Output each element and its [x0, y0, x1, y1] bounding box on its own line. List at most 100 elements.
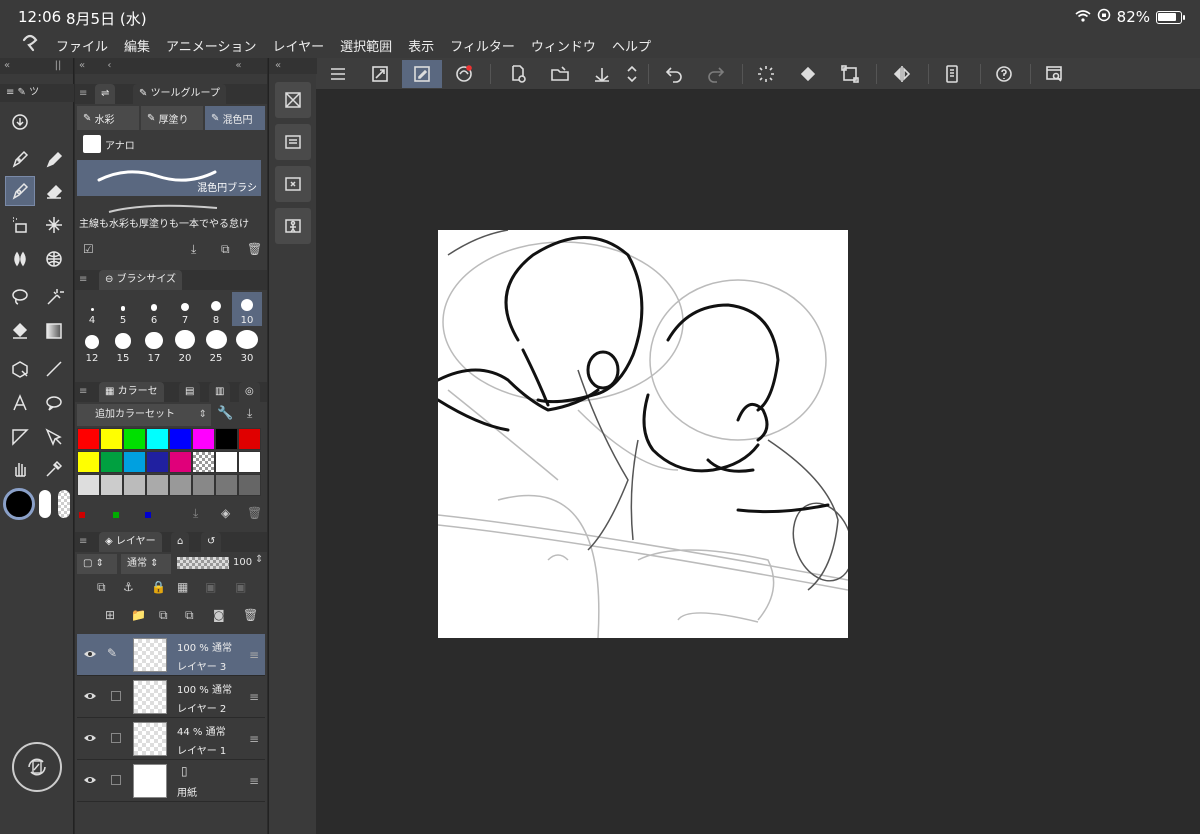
lasso-tool-icon[interactable] [5, 282, 35, 312]
brush-size-option[interactable]: 25 [201, 330, 231, 364]
pen-tool-icon[interactable] [5, 144, 35, 174]
layer-row[interactable]: ✎ 100 % 通常 レイヤー 3 ≡ [77, 634, 265, 676]
eye-icon[interactable] [83, 688, 97, 702]
sub-color-swatch[interactable] [39, 490, 51, 518]
mask-enable-icon[interactable]: ▣ [205, 580, 216, 594]
subtool-sub-item[interactable]: アナロ [77, 132, 139, 156]
quick-access-icon[interactable] [12, 742, 62, 792]
transform-icon[interactable] [830, 60, 870, 88]
color-trash-icon[interactable]: 🗑 [247, 506, 262, 520]
subtool-tab-thick-paint[interactable]: ✎ 厚塗り [141, 106, 203, 130]
color-swatch[interactable] [100, 451, 123, 473]
search-window-icon[interactable] [1034, 60, 1074, 88]
color-swatch[interactable] [169, 428, 192, 450]
brush-size-option[interactable]: 6 [139, 292, 169, 326]
new-folder-icon[interactable]: 📁 [131, 608, 146, 622]
new-raster-layer-icon[interactable]: ⊞ [105, 608, 115, 622]
menu-view[interactable]: 表示 [408, 36, 434, 55]
merge-down-icon[interactable]: ⧉ [159, 608, 168, 623]
duplicate-icon[interactable]: ⧉ [221, 242, 230, 257]
blend-tool-icon[interactable] [5, 244, 35, 274]
transparent-color-swatch[interactable] [58, 490, 70, 518]
layer-type-select[interactable]: ▢ ⇕ [77, 554, 117, 574]
opacity-value[interactable]: 100 [233, 557, 252, 568]
open-folder-icon[interactable] [540, 60, 580, 88]
download-icon[interactable]: ⤓ [191, 242, 196, 257]
color-swatch[interactable] [238, 451, 261, 473]
blend-mode-select[interactable]: 通常 ⇕ [121, 554, 171, 574]
save-options-chevron-icon[interactable] [620, 60, 644, 88]
fill-tool-icon[interactable] [5, 316, 35, 346]
eye-icon[interactable] [83, 772, 97, 786]
help-icon[interactable] [984, 60, 1024, 88]
undo-icon[interactable] [654, 60, 694, 88]
layer-property-tab[interactable]: ⌂ [171, 532, 190, 552]
fit-canvas-icon[interactable] [360, 60, 400, 88]
eye-icon[interactable] [83, 646, 97, 660]
text-tool-icon[interactable] [5, 388, 35, 418]
brush-size-option[interactable]: 30 [232, 330, 262, 364]
trash-icon[interactable]: 🗑 [247, 242, 262, 256]
subview-dock-icon[interactable] [275, 124, 311, 160]
lock-icon[interactable]: 🔒 [151, 580, 166, 594]
alpha-lock-icon[interactable]: ▦ [177, 580, 188, 594]
panel-collapse[interactable]: « ‹ « [75, 58, 267, 74]
brush-size-option[interactable]: 20 [170, 330, 200, 364]
app-logo-icon[interactable] [16, 34, 44, 57]
menu-selection[interactable]: 選択範囲 [340, 36, 392, 55]
down-arrow-icon[interactable] [5, 107, 35, 137]
delete-layer-icon[interactable]: 🗑 [243, 608, 258, 622]
menu-help[interactable]: ヘルプ [612, 36, 651, 55]
color-fill-icon[interactable]: ◈ [221, 506, 230, 520]
brush-size-option[interactable]: 15 [108, 330, 138, 364]
correction-tool-icon[interactable] [39, 422, 69, 452]
line-tool-icon[interactable] [39, 354, 69, 384]
color-swatch[interactable] [146, 451, 169, 473]
color-swatch[interactable] [238, 474, 261, 496]
layer-menu-icon[interactable]: ≡ [249, 648, 259, 662]
color-swatch[interactable] [77, 451, 100, 473]
redo-icon[interactable] [696, 60, 736, 88]
color-swatch[interactable] [100, 474, 123, 496]
menu-filter[interactable]: フィルター [450, 36, 515, 55]
color-swatch[interactable] [146, 474, 169, 496]
tool-panel-tab[interactable]: ≡ ✎ ツ [0, 84, 74, 102]
subtool-settings-tab[interactable]: ⇌ [95, 84, 116, 104]
hand-tool-icon[interactable] [5, 454, 35, 484]
color-swatch[interactable] [100, 428, 123, 450]
opacity-slider[interactable] [177, 557, 229, 569]
canvas-area[interactable] [316, 90, 1200, 834]
add-color-icon[interactable]: ⤓ [193, 506, 198, 521]
color-swatch[interactable] [123, 474, 146, 496]
tool-column-collapse[interactable]: « || [0, 58, 73, 74]
layer-mask-icon[interactable]: ◙ [213, 608, 225, 622]
loading-spinner-icon[interactable] [746, 60, 786, 88]
layer-menu-icon[interactable]: ≡ [249, 774, 259, 788]
transfer-icon[interactable]: ⧉ [185, 608, 194, 623]
device-icon[interactable] [932, 60, 972, 88]
layer-tab[interactable]: ◈ レイヤー [99, 532, 162, 552]
subtool-tab-mix[interactable]: ✎ 混色円 [205, 106, 265, 130]
layer-menu-icon[interactable]: ≡ [249, 732, 259, 746]
color-swatch[interactable] [169, 451, 192, 473]
brush-size-option[interactable]: 7 [170, 292, 200, 326]
color-swatch[interactable] [215, 428, 238, 450]
balloon-tool-icon[interactable] [39, 388, 69, 418]
color-swatch[interactable] [238, 428, 261, 450]
flip-horizontal-icon[interactable] [882, 60, 922, 88]
brush-size-option[interactable]: 12 [77, 330, 107, 364]
eye-icon[interactable] [83, 730, 97, 744]
color-swatch[interactable] [123, 451, 146, 473]
color-swatch[interactable] [215, 451, 238, 473]
menu-layer[interactable]: レイヤー [273, 36, 325, 55]
navigator-dock-icon[interactable] [275, 82, 311, 118]
grid-tool-icon[interactable] [39, 244, 69, 274]
color-slider-tab[interactable]: ▤ [179, 382, 201, 402]
subtool-tab-watercolor[interactable]: ✎ 水彩 [77, 106, 139, 130]
layer-search-tab[interactable]: ↺ [201, 532, 222, 552]
color-swatch[interactable] [146, 428, 169, 450]
menu-file[interactable]: ファイル [56, 36, 108, 55]
color-swatch[interactable] [192, 474, 215, 496]
layer-row[interactable]: ▯ 用紙 ≡ [77, 760, 265, 802]
menu-edit[interactable]: 編集 [124, 36, 150, 55]
